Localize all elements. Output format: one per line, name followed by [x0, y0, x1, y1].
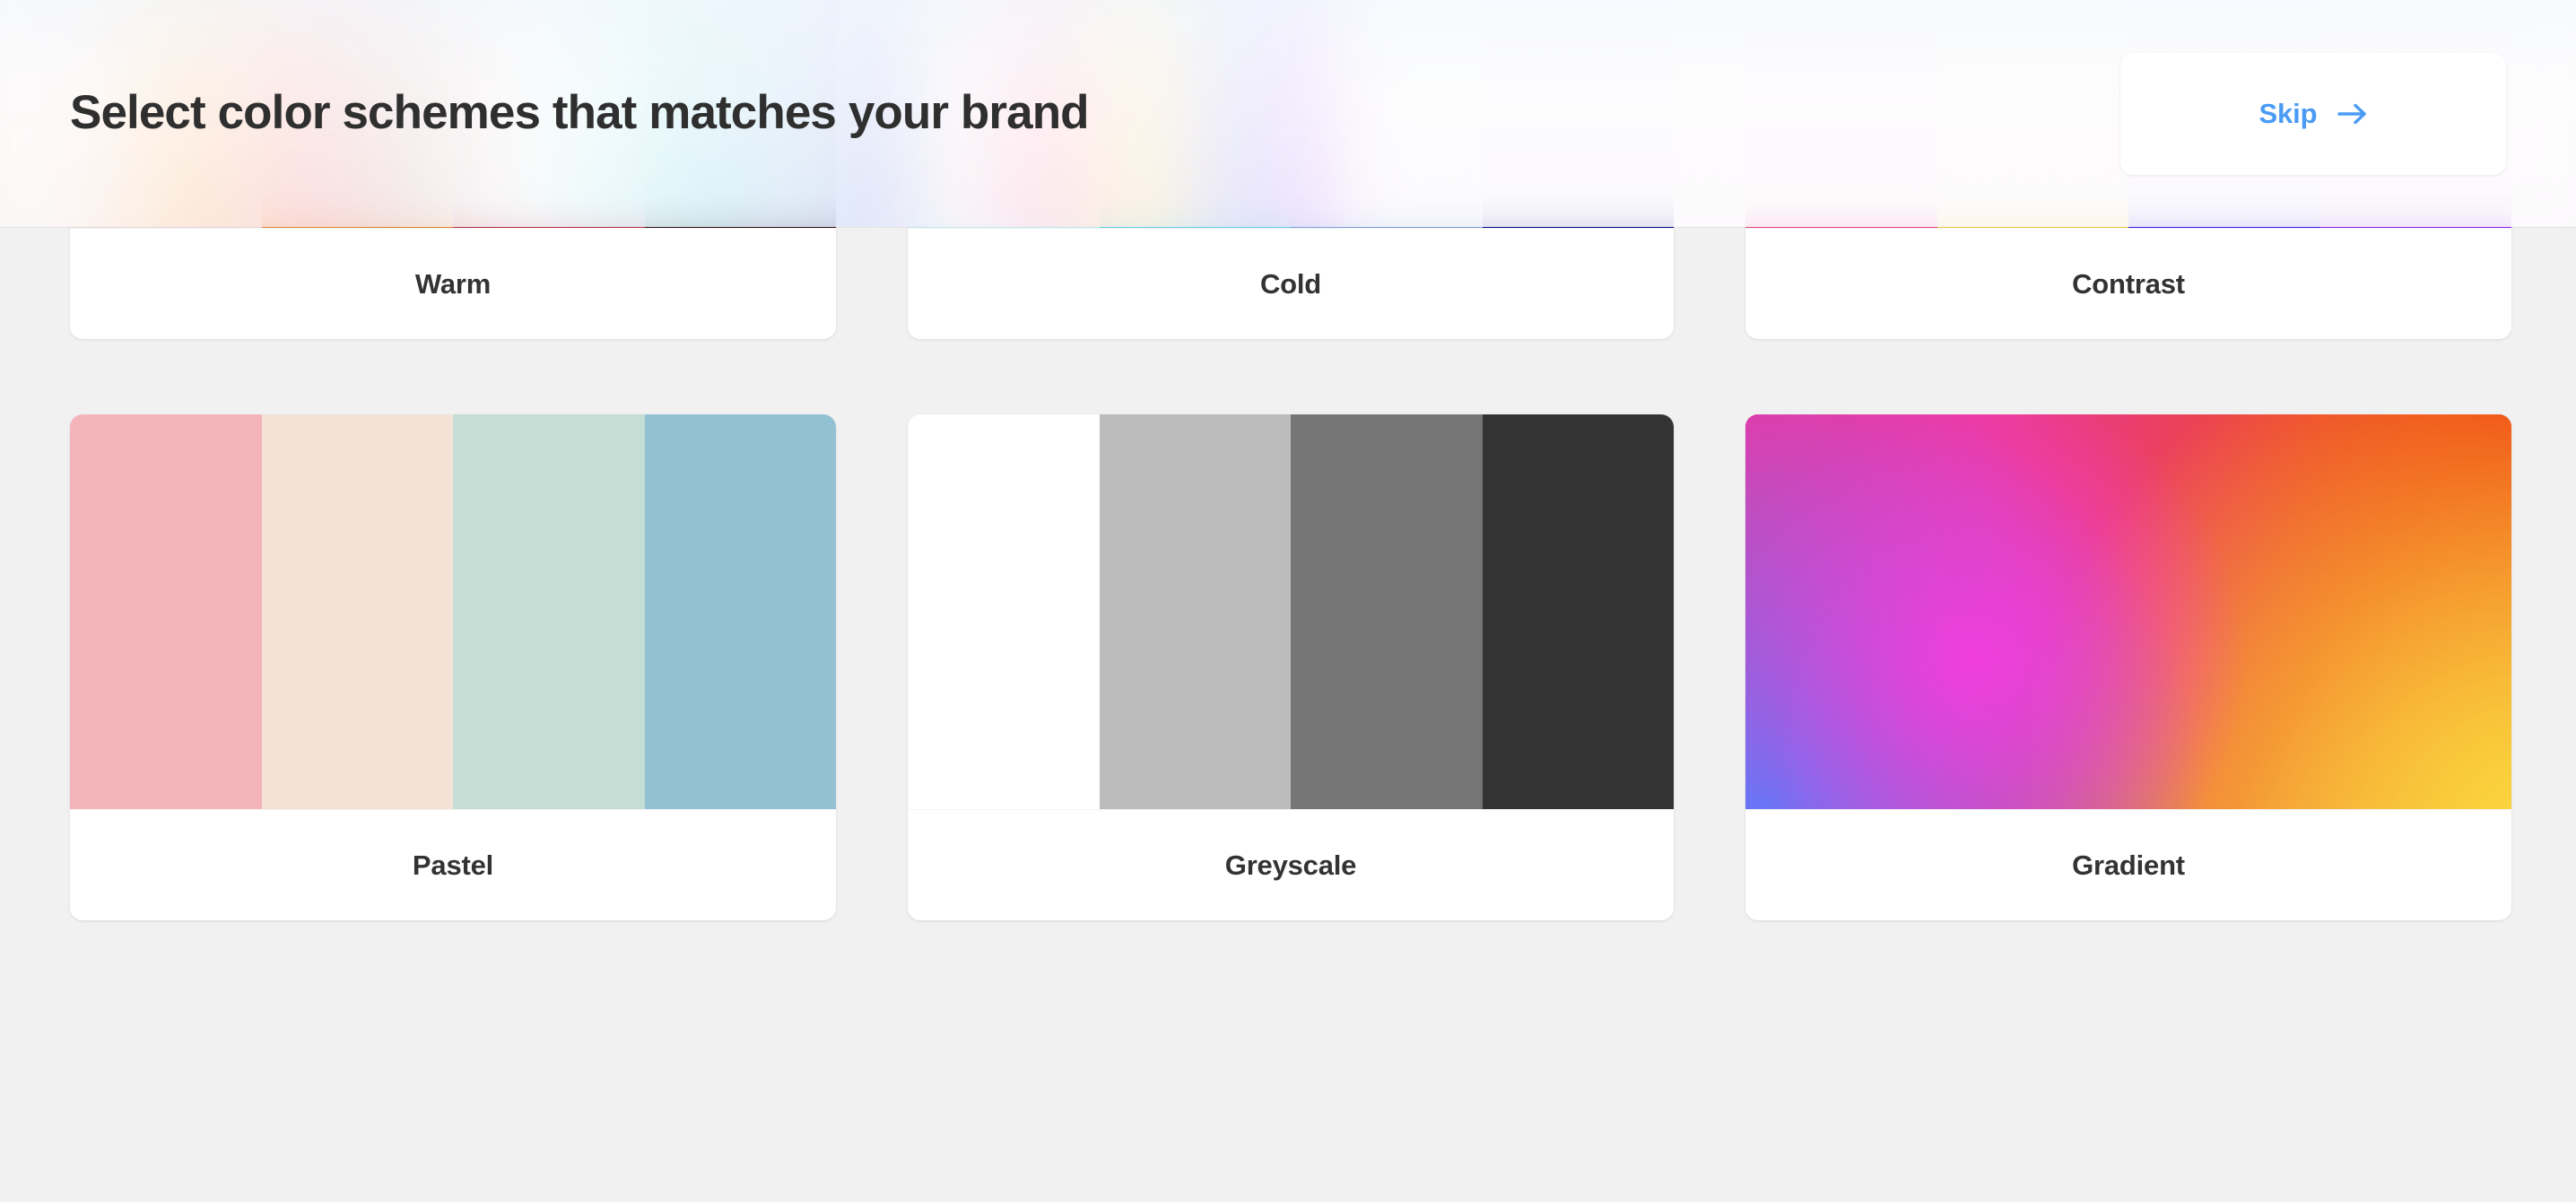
- palette-swatch-strip: [70, 414, 836, 809]
- swatch-1: [1099, 414, 1291, 809]
- palette-card-greyscale[interactable]: Greyscale: [908, 414, 1674, 920]
- color-scheme-picker-screen: Warm Cold Contrast Pastel Greyscale Grad…: [0, 0, 2576, 1202]
- palette-label-bar: Greyscale: [908, 809, 1674, 920]
- palette-mesh-gradient: [1745, 414, 2511, 809]
- palette-swatch-strip: [908, 414, 1674, 809]
- swatch-0: [908, 414, 1100, 809]
- swatch-2: [453, 414, 645, 809]
- skip-button[interactable]: Skip: [2120, 52, 2506, 175]
- header-content: Select color schemes that matches your b…: [0, 0, 2576, 227]
- skip-button-label: Skip: [2258, 97, 2318, 129]
- arrow-right-icon: [2337, 101, 2368, 126]
- palette-label-bar: Contrast: [1745, 228, 2511, 339]
- palette-name: Cold: [1259, 267, 1322, 300]
- palette-name: Contrast: [2072, 267, 2185, 300]
- palette-name: Warm: [414, 267, 492, 300]
- palette-name: Pastel: [412, 849, 494, 881]
- page-title: Select color schemes that matches your b…: [70, 86, 1090, 140]
- palette-label-bar: Pastel: [70, 809, 836, 920]
- swatch-2: [1291, 414, 1483, 809]
- swatch-3: [644, 414, 836, 809]
- page-header: Select color schemes that matches your b…: [0, 0, 2576, 228]
- palette-label-bar: Gradient: [1745, 809, 2511, 920]
- swatch-0: [70, 414, 262, 809]
- swatch-1: [261, 414, 453, 809]
- palette-card-pastel[interactable]: Pastel: [70, 414, 836, 920]
- palette-card-gradient[interactable]: Gradient: [1745, 414, 2511, 920]
- swatch-3: [1482, 414, 1674, 809]
- palette-label-bar: Cold: [908, 228, 1674, 339]
- palette-name: Gradient: [2072, 849, 2185, 881]
- palette-label-bar: Warm: [70, 228, 836, 339]
- palette-name: Greyscale: [1224, 849, 1357, 881]
